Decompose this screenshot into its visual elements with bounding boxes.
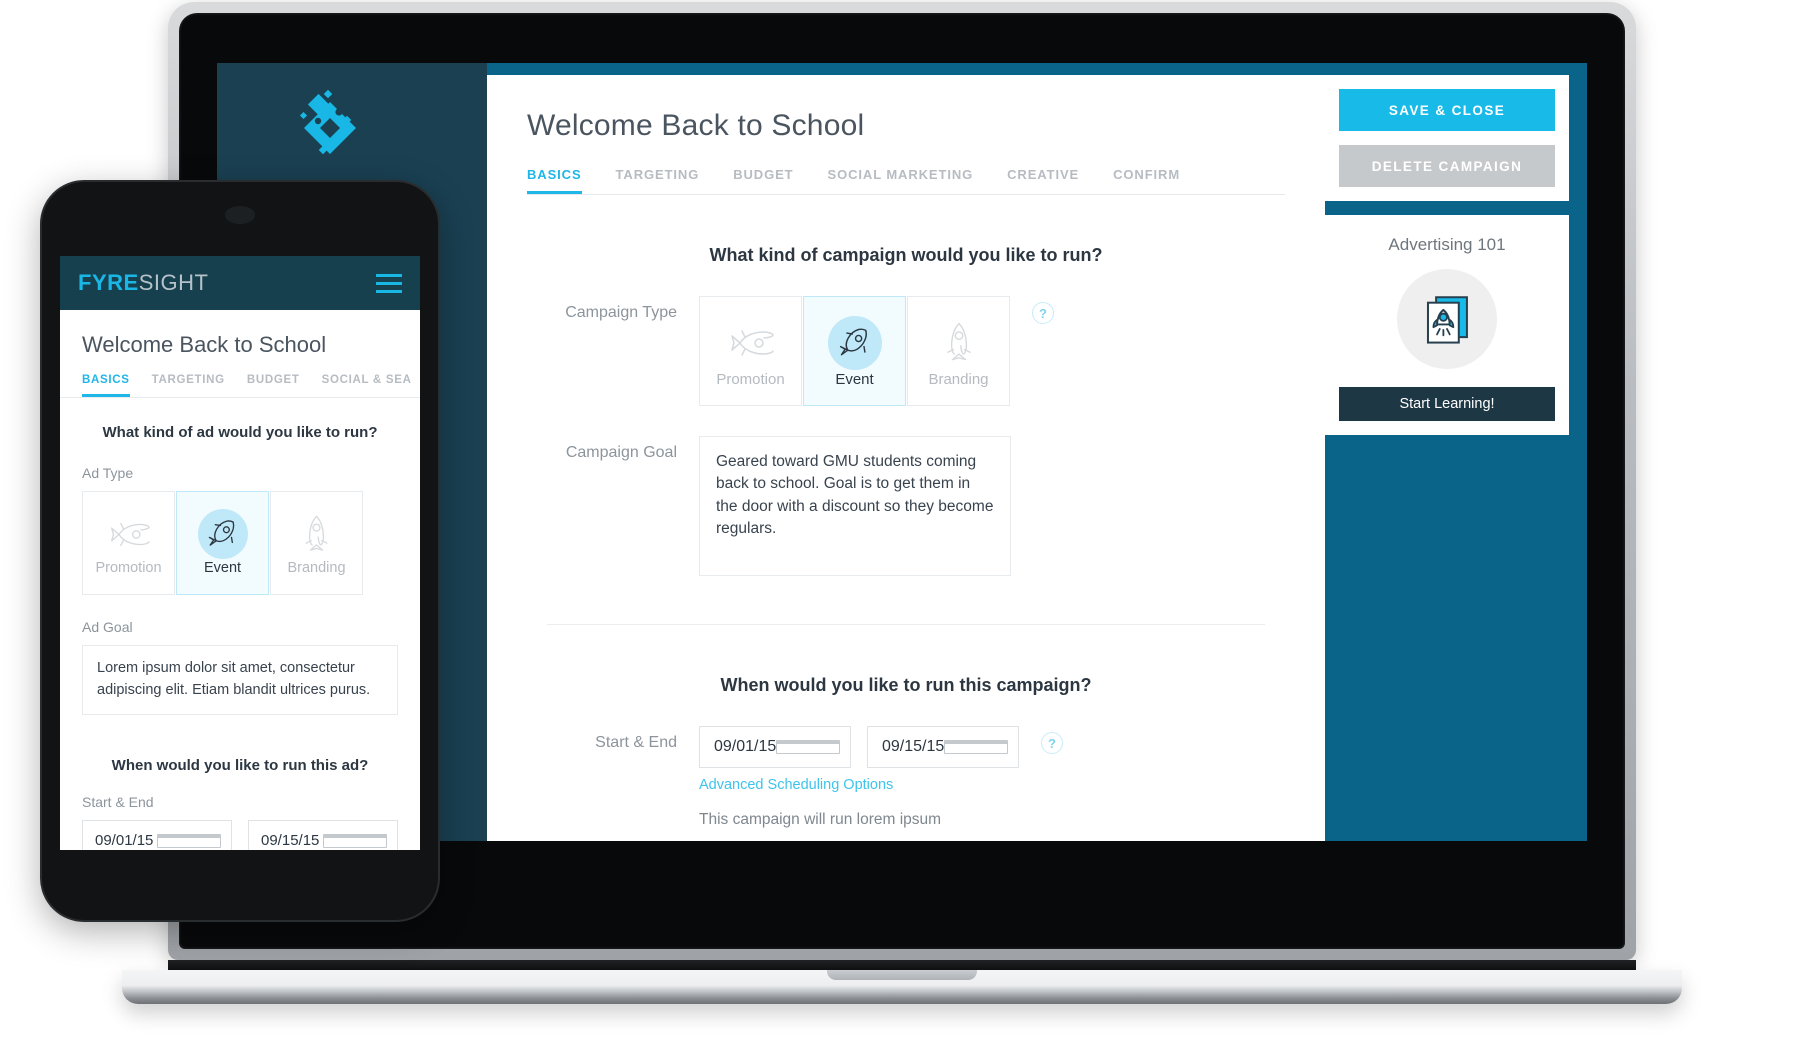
schedule-row: Start & End 09/01/15 09/15/15 Advanced S… [487, 726, 1325, 829]
schedule-fields: 09/01/15 09/15/15 Advanced Scheduling Op… [699, 726, 1019, 829]
rocket-horizontal-icon [105, 508, 153, 560]
phone-tab-social-search[interactable]: SOCIAL & SEA [322, 374, 412, 397]
phone-end-date-input[interactable]: 09/15/15 [248, 819, 398, 850]
campaign-type-branding[interactable]: Branding [907, 296, 1010, 406]
phone-ad-goal-label: Ad Goal [82, 619, 133, 635]
editor-header: Welcome Back to School BASICS TARGETING … [487, 75, 1325, 195]
campaign-type-label: Campaign Type [565, 304, 677, 321]
schedule-question: When would you like to run this campaign… [720, 675, 1092, 695]
tab-basics[interactable]: BASICS [527, 167, 582, 194]
campaign-type-options: Promotion Event Branding [699, 296, 1010, 406]
advertising-101-title: Advertising 101 [1388, 235, 1506, 254]
calendar-icon[interactable] [944, 740, 1008, 754]
phone-end-date-value: 09/15/15 [261, 832, 320, 849]
phone-page-title: Welcome Back to School [82, 332, 327, 357]
schedule-help-icon[interactable]: ? [1041, 732, 1063, 754]
phone-schedule-fields: 09/01/15 09/15/15 [60, 819, 420, 850]
hamburger-menu-icon[interactable] [376, 273, 402, 293]
tab-creative[interactable]: CREATIVE [1007, 167, 1079, 194]
phone-ad-type-promotion[interactable]: Promotion [82, 491, 175, 595]
phone-ad-type-label: Ad Type [82, 465, 134, 481]
actions-card: SAVE & CLOSE DELETE CAMPAIGN [1325, 75, 1569, 201]
page-title: Welcome Back to School [527, 109, 865, 142]
phone-ad-type-question: What kind of ad would you like to run? [102, 424, 378, 441]
burger-line [376, 281, 402, 285]
campaign-goal-row: Campaign Goal Geared toward GMU students… [487, 436, 1325, 576]
tab-targeting[interactable]: TARGETING [616, 167, 700, 194]
phone-start-date-value: 09/01/15 [95, 832, 154, 849]
end-date-input[interactable]: 09/15/15 [867, 726, 1019, 768]
burger-line [376, 273, 402, 277]
phone-ad-type-options: Promotion Event Branding [60, 491, 420, 595]
phone-schedule-label: Start & End [82, 793, 154, 810]
logo-primary: FYRE [78, 270, 139, 295]
start-date-value: 09/01/15 [714, 738, 777, 755]
advertising-101-card: Advertising 101 Start Learning! [1325, 215, 1569, 435]
campaign-goal-label: Campaign Goal [565, 444, 677, 461]
phone-ad-type-event[interactable]: Event [176, 491, 269, 595]
campaign-type-promotion-label: Promotion [716, 371, 785, 388]
save-and-close-button[interactable]: SAVE & CLOSE [1339, 89, 1555, 131]
phone-screen: FYRESIGHT Welcome Back to School BASICS … [60, 256, 420, 850]
calendar-icon[interactable] [323, 833, 387, 848]
schedule-label: Start & End [595, 734, 677, 751]
campaign-type-branding-label: Branding [928, 371, 989, 388]
selected-halo [197, 509, 248, 559]
rocket-vertical-icon [301, 508, 332, 560]
phone-device: FYRESIGHT Welcome Back to School BASICS … [40, 180, 440, 922]
rocket-diagonal-icon-wrap [197, 508, 248, 560]
rocket-on-cards-icon [1397, 269, 1497, 369]
calendar-icon[interactable] [776, 740, 840, 754]
right-action-panel: SAVE & CLOSE DELETE CAMPAIGN Advertising… [1325, 75, 1569, 449]
calendar-icon[interactable] [157, 833, 221, 848]
phone-schedule-question: When would you like to run this ad? [111, 756, 369, 774]
campaign-type-promotion[interactable]: Promotion [699, 296, 802, 406]
campaign-type-question: What kind of campaign would you like to … [709, 245, 1103, 265]
campaign-type-event[interactable]: Event [803, 296, 906, 406]
selected-halo [827, 316, 882, 370]
phone-tab-basics[interactable]: BASICS [82, 374, 130, 397]
tab-budget[interactable]: BUDGET [733, 167, 793, 194]
tab-confirm[interactable]: CONFIRM [1113, 167, 1180, 194]
phone-body: FYRESIGHT Welcome Back to School BASICS … [40, 180, 440, 922]
phone-tabs: BASICS TARGETING BUDGET SOCIAL & SEA [60, 374, 420, 398]
campaign-type-help-icon[interactable]: ? [1032, 302, 1054, 324]
fyresight-diamond-logo-icon [289, 85, 371, 167]
phone-camera [225, 206, 255, 224]
phone-ad-type-promotion-label: Promotion [95, 560, 162, 576]
rocket-vertical-icon [942, 315, 976, 371]
campaign-editor-panel: Welcome Back to School BASICS TARGETING … [487, 75, 1325, 841]
laptop-base-notch [827, 970, 977, 980]
campaign-type-row: Campaign Type Promotion Event Branding ? [487, 296, 1325, 406]
phone-tab-budget[interactable]: BUDGET [247, 374, 300, 397]
screenshot-stage: Welcome Back to School BASICS TARGETING … [0, 0, 1800, 1056]
start-learning-button[interactable]: Start Learning! [1339, 387, 1555, 421]
advanced-scheduling-link[interactable]: Advanced Scheduling Options [699, 777, 1019, 793]
campaign-type-event-label: Event [835, 371, 874, 388]
tab-social-marketing[interactable]: SOCIAL MARKETING [828, 167, 974, 194]
phone-start-date-input[interactable]: 09/01/15 [82, 819, 232, 850]
start-date-input[interactable]: 09/01/15 [699, 726, 851, 768]
burger-line [376, 289, 402, 293]
phone-app-header: FYRESIGHT [60, 256, 420, 310]
end-date-value: 09/15/15 [882, 738, 945, 755]
phone-ad-goal-textarea[interactable]: Lorem ipsum dolor sit amet, consectetur … [82, 645, 398, 715]
app-blue-region: Welcome Back to School BASICS TARGETING … [487, 63, 1587, 841]
section-divider [547, 624, 1265, 625]
delete-campaign-button[interactable]: DELETE CAMPAIGN [1339, 145, 1555, 187]
campaign-run-note: This campaign will run lorem ipsum [699, 811, 942, 828]
phone-ad-type-branding[interactable]: Branding [270, 491, 363, 595]
fyresight-wordmark: FYRESIGHT [78, 270, 208, 296]
rocket-diagonal-icon-wrap [827, 315, 882, 371]
phone-ad-type-event-label: Event [203, 560, 242, 576]
rocket-horizontal-icon [725, 315, 777, 371]
phone-ad-type-branding-label: Branding [287, 560, 346, 576]
phone-tab-targeting[interactable]: TARGETING [152, 374, 225, 397]
editor-tabs: BASICS TARGETING BUDGET SOCIAL MARKETING… [527, 167, 1285, 195]
campaign-goal-textarea[interactable]: Geared toward GMU students coming back t… [699, 436, 1011, 576]
logo-secondary: SIGHT [138, 270, 209, 295]
